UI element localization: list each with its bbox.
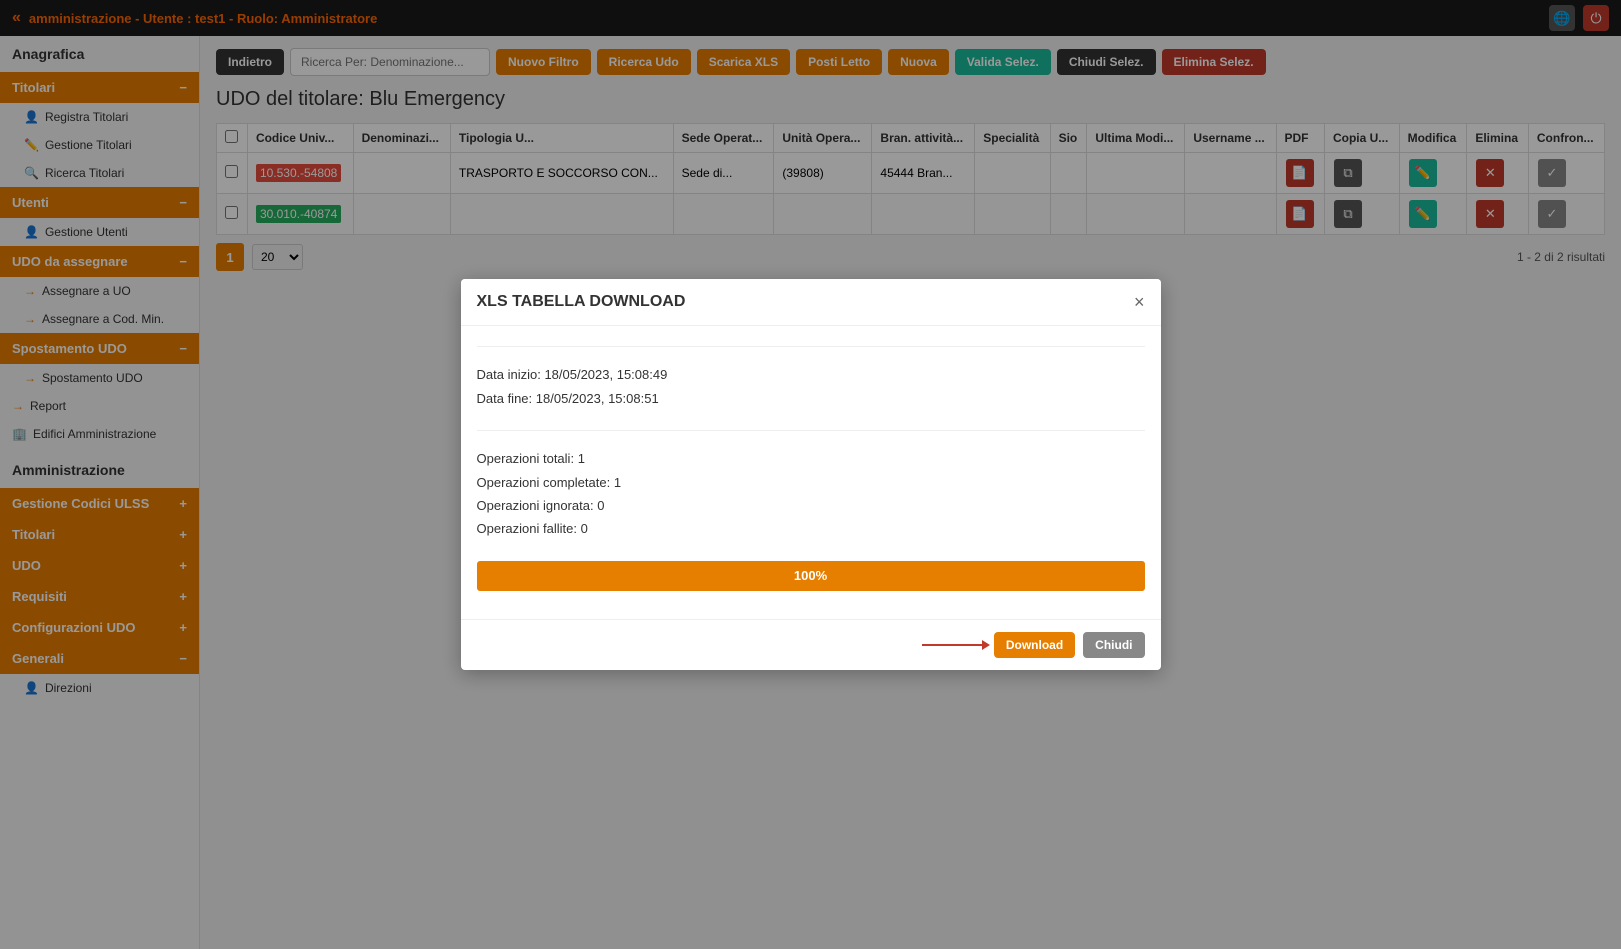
modal-data-fine-value: 18/05/2023, 15:08:51 xyxy=(536,391,659,406)
modal-header: XLS TABELLA DOWNLOAD × xyxy=(461,279,1161,326)
modal-data-fine: Data fine: 18/05/2023, 15:08:51 xyxy=(477,387,1145,410)
arrow-indicator xyxy=(922,644,982,646)
modal-body: Data inizio: 18/05/2023, 15:08:49 Data f… xyxy=(461,326,1161,618)
modal-ops-fallite-value: 0 xyxy=(581,521,588,536)
modal-data-inizio-label: Data inizio: xyxy=(477,367,541,382)
modal-ops-fallite-label: Operazioni fallite: xyxy=(477,521,577,536)
modal-title: XLS TABELLA DOWNLOAD xyxy=(477,293,686,311)
modal-data-inizio: Data inizio: 18/05/2023, 15:08:49 xyxy=(477,363,1145,386)
modal-ops-completate-value: 1 xyxy=(614,475,621,490)
modal-data-inizio-value: 18/05/2023, 15:08:49 xyxy=(544,367,667,382)
modal-ops-totali-value: 1 xyxy=(578,451,585,466)
modal-footer: Download Chiudi xyxy=(461,619,1161,670)
arrow-line xyxy=(922,644,982,646)
modal-dates: Data inizio: 18/05/2023, 15:08:49 Data f… xyxy=(477,363,1145,410)
modal-ops-ignorata: Operazioni ignorata: 0 xyxy=(477,494,1145,517)
modal-ops-ignorata-label: Operazioni ignorata: xyxy=(477,498,594,513)
download-button[interactable]: Download xyxy=(994,632,1075,658)
modal-ops-fallite: Operazioni fallite: 0 xyxy=(477,517,1145,540)
arrowhead-icon xyxy=(982,640,990,650)
modal-data-fine-label: Data fine: xyxy=(477,391,533,406)
modal-ops-totali-label: Operazioni totali: xyxy=(477,451,575,466)
modal-ops-completate: Operazioni completate: 1 xyxy=(477,471,1145,494)
progress-bar: 100% xyxy=(477,561,1145,591)
modal-operations: Operazioni totali: 1 Operazioni completa… xyxy=(477,447,1145,541)
modal-overlay: XLS TABELLA DOWNLOAD × Data inizio: 18/0… xyxy=(0,0,1621,949)
modal-ops-ignorata-value: 0 xyxy=(597,498,604,513)
chiudi-button[interactable]: Chiudi xyxy=(1083,632,1144,658)
modal-close-button[interactable]: × xyxy=(1134,293,1145,311)
modal-ops-totali: Operazioni totali: 1 xyxy=(477,447,1145,470)
modal: XLS TABELLA DOWNLOAD × Data inizio: 18/0… xyxy=(461,279,1161,669)
progress-bar-container: 100% xyxy=(477,561,1145,591)
modal-ops-completate-label: Operazioni completate: xyxy=(477,475,611,490)
